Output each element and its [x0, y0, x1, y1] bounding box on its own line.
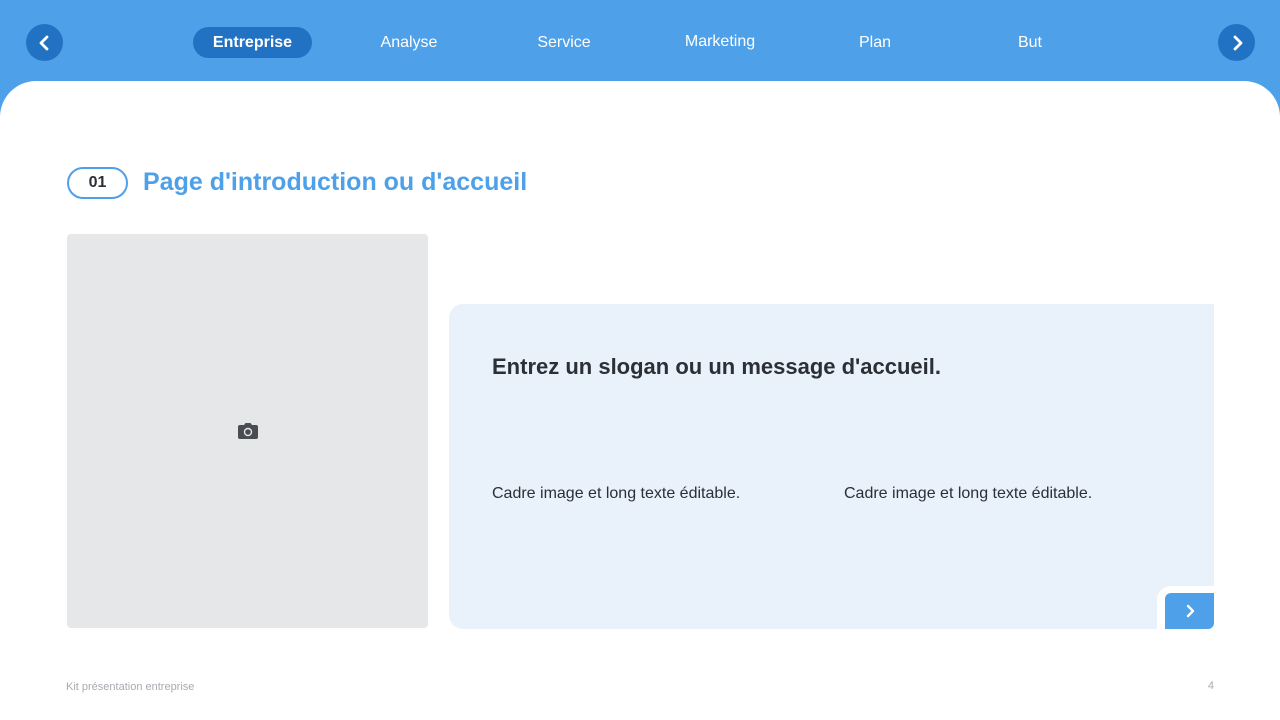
tab-label: Analyse — [380, 33, 438, 51]
camera-icon — [237, 423, 258, 439]
tab-but[interactable]: But — [995, 27, 1065, 58]
card-next-button[interactable] — [1165, 593, 1214, 629]
body-text-column-1[interactable]: Cadre image et long texte éditable. — [492, 485, 740, 503]
slogan-text[interactable]: Entrez un slogan ou un message d'accueil… — [492, 354, 941, 380]
section-number-badge: 01 — [67, 167, 128, 199]
chevron-right-icon — [1186, 604, 1194, 618]
section-number: 01 — [88, 174, 107, 191]
image-placeholder[interactable] — [67, 234, 428, 628]
footer-title: Kit présentation entreprise — [66, 681, 195, 693]
tab-service[interactable]: Service — [516, 27, 612, 58]
tab-label: Entreprise — [212, 33, 293, 51]
page-number: 4 — [1207, 680, 1214, 692]
chevron-left-icon — [39, 35, 48, 50]
tab-label: Marketing — [684, 32, 756, 50]
tab-label: Service — [537, 33, 591, 51]
tab-analyse[interactable]: Analyse — [361, 27, 457, 58]
tab-label: But — [1017, 33, 1042, 51]
next-slide-button[interactable] — [1218, 24, 1255, 61]
tab-plan[interactable]: Plan — [835, 27, 915, 58]
chevron-right-icon — [1233, 35, 1242, 50]
body-text-column-2[interactable]: Cadre image et long texte éditable. — [844, 485, 1092, 503]
tab-entreprise[interactable]: Entreprise — [193, 27, 312, 58]
previous-slide-button[interactable] — [26, 24, 63, 61]
tab-label: Plan — [858, 33, 892, 51]
text-card: Entrez un slogan ou un message d'accueil… — [449, 304, 1214, 629]
page-title: Page d'introduction ou d'accueil — [143, 168, 528, 196]
tab-marketing[interactable]: Marketing — [668, 26, 772, 57]
